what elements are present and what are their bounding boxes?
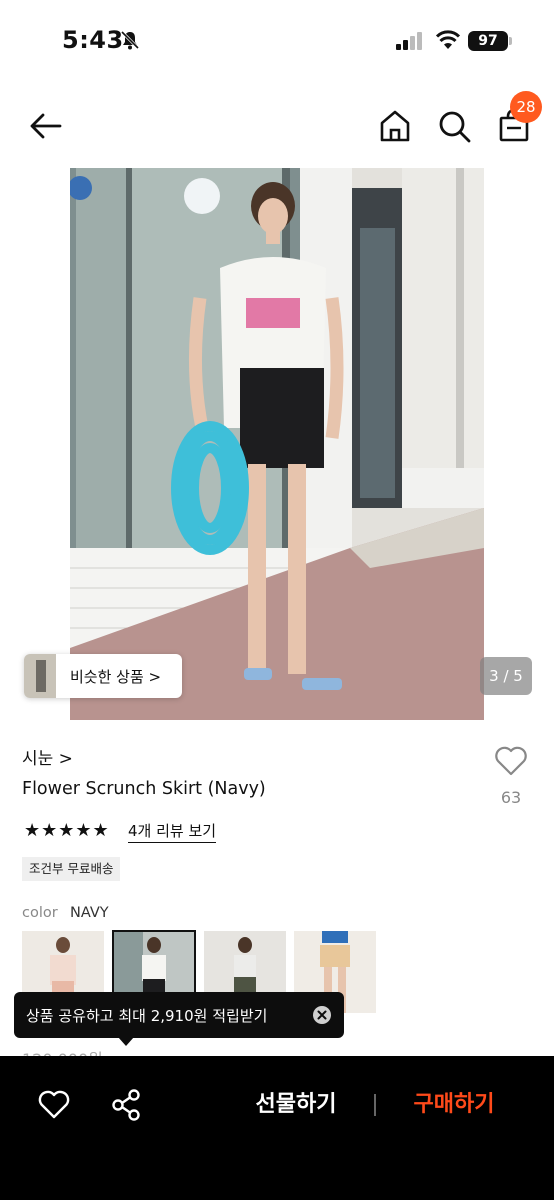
image-counter: 3 / 5 [480, 657, 532, 695]
review-link[interactable]: 4개 리뷰 보기 [128, 820, 217, 843]
gift-button[interactable]: 선물하기 [234, 1084, 358, 1126]
brand-link[interactable]: 시눈 > [22, 744, 73, 769]
buy-button[interactable]: 구매하기 [392, 1084, 516, 1126]
close-icon[interactable] [312, 1005, 332, 1025]
toast-text: 상품 공유하고 최대 2,910원 적립받기 [26, 1007, 268, 1025]
rating-stars: ★★★★★ [24, 820, 110, 841]
status-time: 5:43 [62, 26, 124, 54]
back-arrow-icon[interactable] [26, 108, 66, 144]
share-icon[interactable] [110, 1088, 142, 1122]
toast-pointer [118, 1037, 134, 1046]
status-bar: 5:43 97 [0, 0, 554, 84]
wifi-icon [436, 30, 460, 49]
color-option-label: color [22, 905, 58, 921]
home-icon[interactable] [378, 108, 412, 144]
shipping-badge: 조건부 무료배송 [22, 857, 121, 881]
product-title: Flower Scrunch Skirt (Navy) [22, 779, 266, 799]
product-photo [70, 168, 484, 720]
similar-products-button[interactable]: 비슷한 상품 > [24, 654, 182, 698]
share-reward-toast: 상품 공유하고 최대 2,910원 적립받기 [14, 992, 344, 1038]
wishlist-heart-icon[interactable] [38, 1090, 70, 1120]
like-count: 63 [500, 788, 522, 807]
bell-off-icon [120, 30, 140, 50]
search-icon[interactable] [436, 108, 472, 144]
similar-products-label: 비슷한 상품 > [70, 668, 162, 686]
battery-tip [509, 37, 512, 45]
color-option-value: NAVY [70, 905, 109, 921]
like-heart-icon[interactable] [494, 745, 528, 777]
similar-thumbnail [24, 654, 56, 698]
signal-icon [396, 32, 422, 50]
bottom-action-bar [0, 1056, 554, 1200]
cart-count-badge: 28 [510, 91, 542, 123]
battery-indicator: 97 [468, 31, 508, 51]
button-divider [374, 1094, 376, 1116]
product-image[interactable] [70, 168, 484, 720]
